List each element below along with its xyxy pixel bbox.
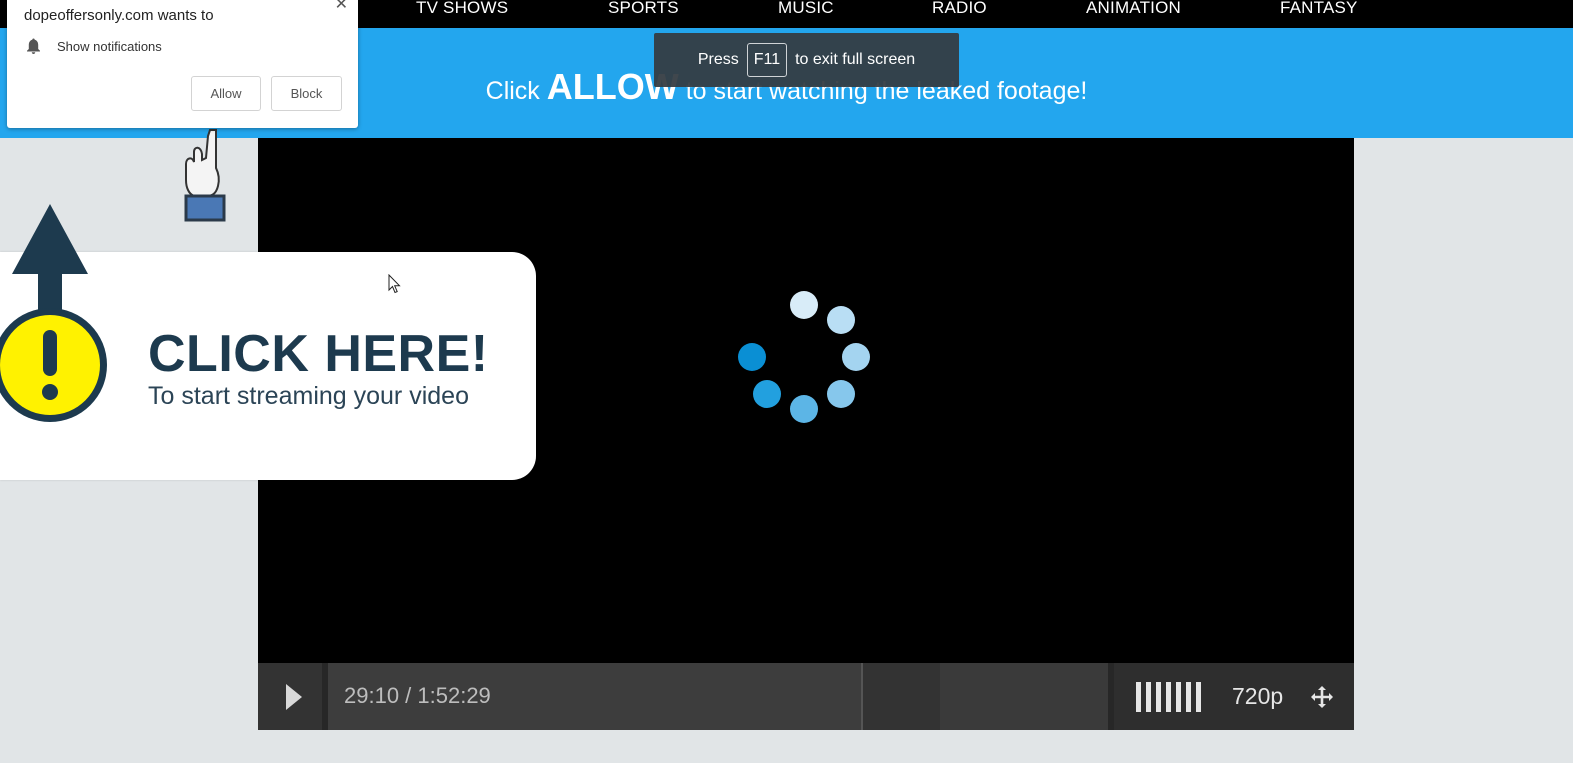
prompt-permission-text: Show notifications — [57, 39, 162, 54]
nav-item-sports[interactable]: SPORTS — [608, 0, 679, 18]
nav-item-tv-shows[interactable]: TV SHOWS — [416, 0, 508, 18]
allow-button[interactable]: Allow — [191, 76, 261, 111]
progress-bar[interactable]: 29:10 / 1:52:29 — [328, 663, 1108, 730]
player-controls: 29:10 / 1:52:29 720p — [258, 663, 1354, 730]
toast-press: Press — [697, 51, 739, 68]
prompt-site-text: dopeoffersonly.com wants to — [24, 7, 214, 24]
banner-lead: Click — [485, 77, 540, 105]
loading-spinner-icon — [738, 291, 870, 423]
notification-permission-prompt: dopeoffersonly.com wants to ✕ Show notif… — [7, 0, 358, 128]
block-button[interactable]: Block — [271, 76, 342, 111]
nav-item-fantasy[interactable]: FANTASY — [1280, 0, 1358, 18]
volume-bars-icon[interactable] — [1136, 682, 1206, 712]
bell-icon — [27, 38, 40, 54]
fullscreen-toast: Press F11 to exit full screen — [654, 33, 959, 87]
toast-key: F11 — [746, 43, 788, 77]
quality-selector[interactable]: 720p — [1232, 683, 1283, 710]
promo-title: CLICK HERE! — [148, 325, 489, 383]
play-button[interactable] — [258, 663, 322, 730]
nav-item-radio[interactable]: RADIO — [932, 0, 987, 18]
nav-item-animation[interactable]: ANIMATION — [1086, 0, 1181, 18]
play-icon — [286, 684, 302, 710]
nav-item-music[interactable]: MUSIC — [778, 0, 834, 18]
time-readout: 29:10 / 1:52:29 — [344, 683, 491, 708]
right-controls: 720p — [1114, 663, 1354, 730]
toast-rest: to exit full screen — [795, 51, 916, 68]
mouse-cursor-icon — [388, 274, 401, 294]
fullscreen-icon[interactable] — [1310, 685, 1334, 709]
promo-subtitle: To start streaming your video — [148, 382, 469, 410]
exclamation-arrow-icon — [0, 204, 107, 422]
pointing-hand-icon — [184, 129, 226, 222]
close-icon[interactable]: ✕ — [335, 0, 348, 14]
